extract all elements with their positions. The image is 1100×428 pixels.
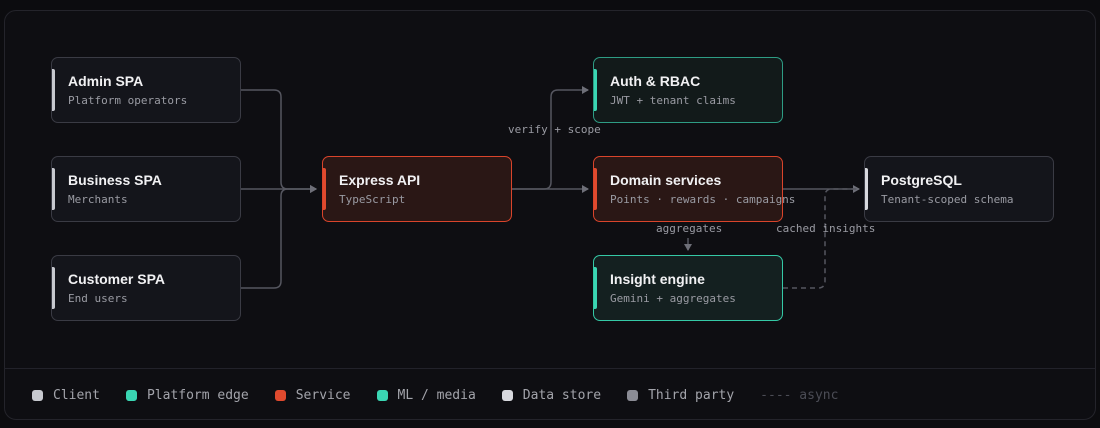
legend-item-service: Service [274,387,351,403]
service-accent-bar [594,168,597,210]
legend-label: ---- async [760,387,839,403]
legend-label: Service [295,387,351,403]
node-title: PostgreSQL [881,172,962,188]
legend-item-async: ---- async [760,388,838,403]
node-subtitle: Platform operators [68,94,188,107]
legend-label: Client [53,387,100,403]
node-express-api[interactable]: Express API TypeScript [322,156,512,222]
node-title: Insight engine [610,271,705,287]
edge-accent-bar [594,69,597,111]
node-subtitle: TypeScript [339,193,406,206]
legend-label: Platform edge [146,387,249,403]
legend-label: Third party [648,387,735,403]
node-business-spa[interactable]: Business SPA Merchants [51,156,241,222]
legend-item-platform-edge: Platform edge [125,387,249,403]
node-title: Admin SPA [68,73,144,89]
legend-swatch [501,389,513,401]
legend-swatch [125,389,137,401]
edge-customer-to-api [241,185,317,289]
edge-admin-to-api [241,89,317,193]
node-auth-rbac[interactable]: Auth & RBAC JWT + tenant claims [593,57,783,123]
edge-label-aggregates: aggregates [656,222,723,235]
ml-accent-bar [594,267,597,309]
edge-label-verify-scope: verify + scope [508,123,601,136]
legend: Client Platform edge Service ML / media … [32,386,838,404]
client-accent-bar [52,267,55,309]
legend-label: Data store [522,387,602,403]
legend-swatch [274,389,286,401]
legend-swatch [32,389,43,401]
service-accent-bar [323,168,326,210]
node-postgresql[interactable]: PostgreSQL Tenant-scoped schema [864,156,1054,222]
edge-label-cached-insights: cached insights [776,222,876,235]
store-accent-bar [865,168,868,210]
client-accent-bar [52,69,55,111]
legend-label: ML / media [397,387,476,403]
node-subtitle: End users [68,292,128,305]
node-subtitle: JWT + tenant claims [610,94,736,107]
node-title: Express API [339,172,421,188]
node-customer-spa[interactable]: Customer SPA End users [51,255,241,321]
node-insight-engine[interactable]: Insight engine Gemini + aggregates [593,255,783,321]
legend-item-third-party: Third party [627,388,734,403]
node-subtitle: Gemini + aggregates [610,292,736,305]
node-title: Customer SPA [68,271,165,287]
legend-item-ml-media: ML / media [376,387,476,403]
node-admin-spa[interactable]: Admin SPA Platform operators [51,57,241,123]
node-subtitle: Merchants [68,193,128,206]
node-subtitle: Points · rewards · campaigns [610,193,796,206]
node-title: Auth & RBAC [610,73,701,89]
legend-swatch [627,389,639,401]
legend-item-client: Client [32,388,100,403]
node-domain-services[interactable]: Domain services Points · rewards · campa… [593,156,795,222]
node-subtitle: Tenant-scoped schema [881,193,1014,206]
edge-api-to-auth [512,86,589,190]
legend-item-data-store: Data store [501,387,602,403]
node-title: Domain services [610,172,722,188]
client-accent-bar [52,168,55,210]
node-title: Business SPA [68,172,162,188]
legend-swatch [376,389,388,401]
